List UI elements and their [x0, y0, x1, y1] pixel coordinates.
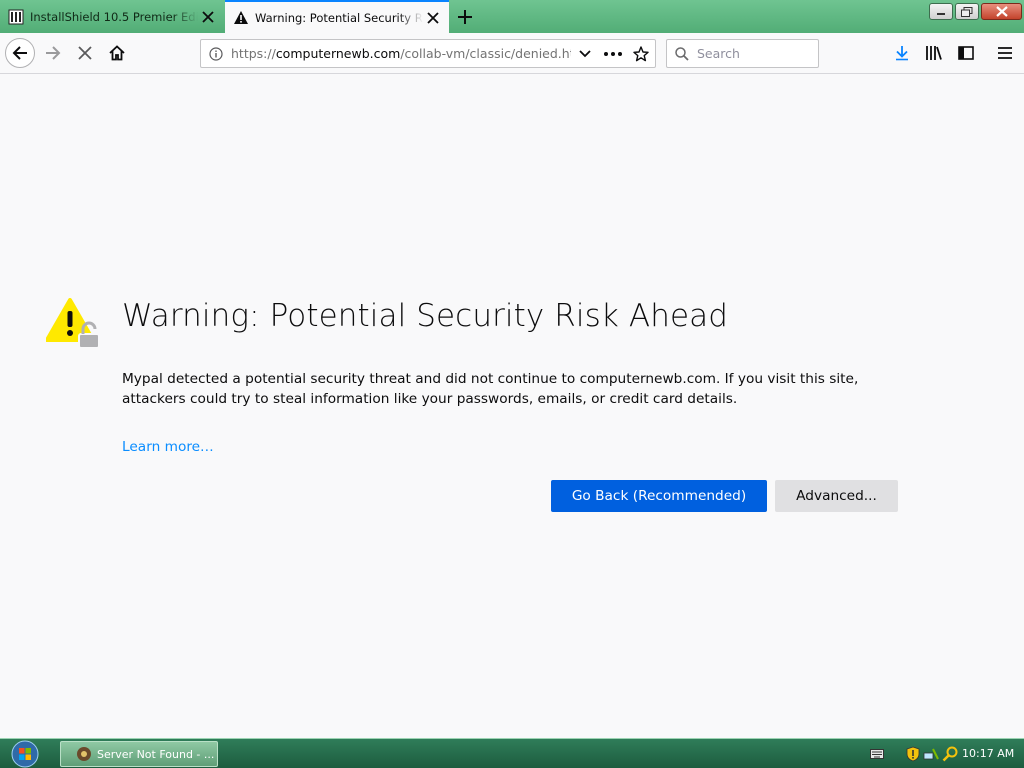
tab-security-warning[interactable]: Warning: Potential Security Risk Ahead — [225, 0, 449, 33]
browser-app-icon — [75, 745, 93, 763]
maximize-window-button[interactable] — [955, 3, 979, 20]
stop-icon — [78, 46, 92, 60]
library-favicon-icon — [8, 9, 24, 25]
home-button[interactable] — [102, 38, 132, 68]
search-input[interactable] — [697, 46, 815, 61]
arrow-left-icon — [12, 46, 27, 60]
hamburger-menu-icon — [998, 47, 1012, 59]
search-icon[interactable] — [941, 745, 959, 763]
page-actions-icon[interactable] — [599, 40, 627, 67]
page-title: Warning: Potential Security Risk Ahead — [122, 298, 728, 334]
error-description: Mypal detected a potential security thre… — [122, 371, 859, 407]
back-button[interactable] — [5, 38, 35, 68]
url-path: /collab-vm/classic/denied.html — [400, 46, 571, 61]
minimize-icon — [937, 12, 945, 15]
warning-icon — [45, 298, 102, 352]
tab-strip: InstallShield 10.5 Premier Edition Warni… — [0, 0, 1024, 33]
close-icon — [995, 6, 1008, 17]
url-host: computernewb.com — [275, 46, 401, 61]
start-button[interactable] — [7, 740, 43, 768]
close-window-button[interactable] — [981, 3, 1022, 20]
learn-more-link[interactable]: Learn more… — [122, 439, 214, 455]
error-page: Warning: Potential Security Risk Ahead M… — [0, 74, 1024, 738]
library-icon — [926, 46, 942, 60]
warning-favicon-icon — [233, 10, 249, 26]
arrow-right-icon — [46, 46, 61, 60]
url-bar[interactable]: https://computernewb.com/collab-vm/class… — [200, 39, 656, 68]
plus-icon — [458, 10, 472, 24]
new-tab-button[interactable] — [452, 4, 478, 30]
search-bar[interactable] — [666, 39, 819, 68]
close-tab-icon[interactable] — [198, 7, 218, 27]
url-text[interactable]: https://computernewb.com/collab-vm/class… — [231, 46, 571, 61]
security-shield-icon[interactable] — [904, 745, 922, 763]
taskbar-item-browser[interactable]: Server Not Found - ... — [60, 741, 218, 767]
bookmark-star-icon[interactable] — [627, 40, 655, 67]
downloads-button[interactable] — [889, 40, 915, 66]
info-icon[interactable] — [201, 40, 231, 67]
sidebar-button[interactable] — [953, 40, 979, 66]
restore-icon — [961, 6, 973, 17]
chevron-down-icon[interactable] — [571, 40, 599, 67]
download-arrow-icon — [896, 46, 908, 61]
url-prefix: https:// — [231, 46, 276, 61]
search-icon — [667, 46, 697, 61]
system-clock[interactable]: 10:17 AM — [962, 747, 1014, 760]
taskbar: Server Not Found - ... 10:17 AM — [0, 738, 1024, 768]
menu-button[interactable] — [992, 40, 1018, 66]
go-back-button[interactable]: Go Back (Recommended) — [551, 480, 767, 512]
minimize-window-button[interactable] — [929, 3, 953, 20]
stop-button[interactable] — [70, 38, 100, 68]
close-tab-icon[interactable] — [423, 8, 443, 28]
navigation-toolbar: https://computernewb.com/collab-vm/class… — [0, 33, 1024, 74]
advanced-button[interactable]: Advanced... — [775, 480, 898, 512]
network-icon[interactable] — [922, 745, 940, 763]
library-button[interactable] — [921, 40, 947, 66]
tab-title: InstallShield 10.5 Premier Edition — [30, 10, 198, 24]
taskbar-item-label: Server Not Found - ... — [97, 747, 215, 761]
tab-title: Warning: Potential Security Risk Ahead — [255, 10, 423, 25]
tab-installshield[interactable]: InstallShield 10.5 Premier Edition — [0, 1, 224, 33]
forward-button[interactable] — [38, 38, 68, 68]
keyboard-icon[interactable] — [868, 745, 886, 763]
windows-logo-icon — [11, 740, 39, 768]
sidebar-icon — [958, 46, 974, 60]
home-icon — [109, 45, 125, 61]
